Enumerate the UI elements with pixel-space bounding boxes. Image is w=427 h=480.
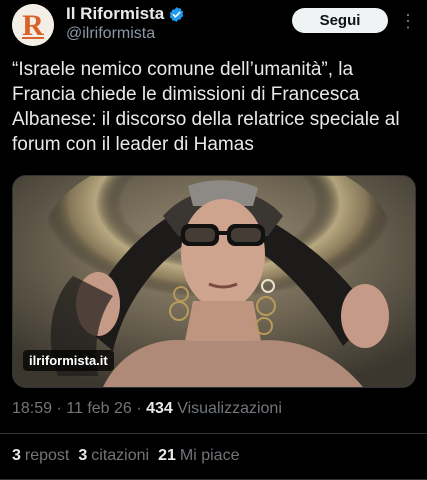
display-name[interactable]: Il Riformista <box>66 4 164 24</box>
engagement-stats: 3 repost 3 citazioni 21 Mi piace <box>12 447 239 465</box>
likes-stat[interactable]: 21 Mi piace <box>158 447 239 465</box>
views-label: Visualizzazioni <box>177 400 282 417</box>
account-handle[interactable]: @ilriformista <box>66 25 155 43</box>
tweet-date[interactable]: 11 feb 26 <box>66 400 132 417</box>
tweet-media-image[interactable]: ilriformista.it <box>12 175 416 388</box>
quotes-stat[interactable]: 3 citazioni <box>78 447 149 465</box>
more-options-icon[interactable]: ⋮ <box>399 10 417 32</box>
quotes-label: citazioni <box>91 447 150 464</box>
reposts-stat[interactable]: 3 repost <box>12 447 69 465</box>
reposts-label: repost <box>24 447 70 464</box>
reposts-count: 3 <box>12 447 21 464</box>
tweet-time[interactable]: 18:59 <box>12 400 52 417</box>
riformista-logo-icon: R <box>12 4 54 46</box>
tweet-text: “Israele nemico comune dell’umanità”, la… <box>12 59 400 155</box>
avatar[interactable]: R <box>12 4 54 46</box>
media-source-label: ilriformista.it <box>23 350 114 371</box>
verified-badge-icon <box>170 6 184 22</box>
tweet-header: R Il Riformista @ilriformista Segui ⋮ <box>0 0 427 50</box>
likes-count: 21 <box>158 447 176 464</box>
quotes-count: 3 <box>78 447 88 464</box>
meta-separator: · <box>56 400 62 417</box>
views-count: 434 <box>146 400 173 417</box>
tweet-meta: 18:59 · 11 feb 26 · 434 Visualizzazioni <box>12 400 282 418</box>
likes-label: Mi piace <box>179 447 240 464</box>
meta-separator: · <box>136 400 142 417</box>
divider <box>0 433 427 434</box>
name-row: Il Riformista <box>66 4 185 24</box>
follow-button[interactable]: Segui <box>292 8 388 33</box>
